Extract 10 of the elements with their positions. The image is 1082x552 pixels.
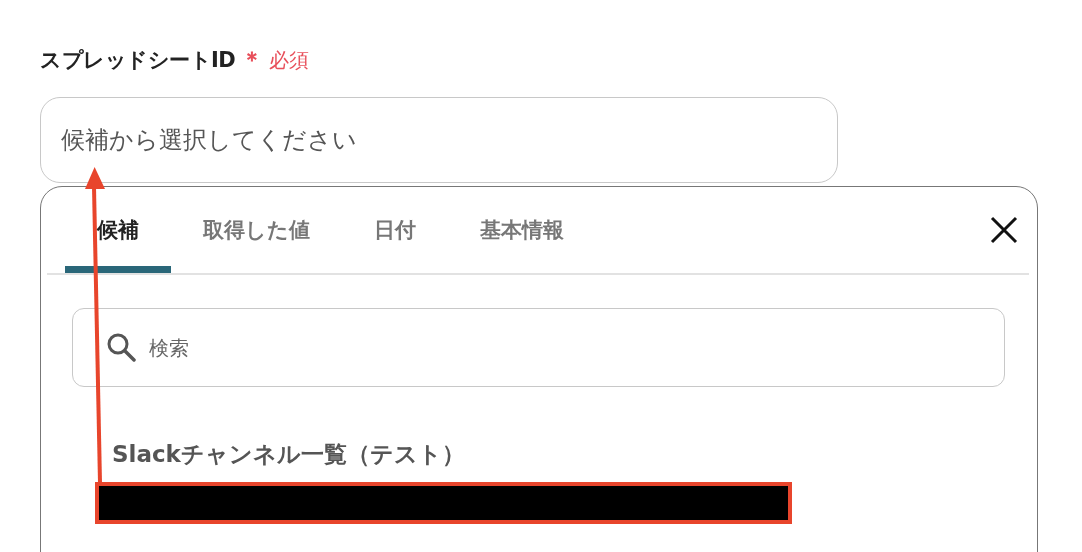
field-label: スプレッドシートID [40, 47, 236, 74]
search-field[interactable]: 検索 [72, 308, 1005, 387]
tab[interactable]: 取得した値 [171, 187, 342, 273]
tab[interactable]: 基本情報 [448, 187, 596, 273]
required-label: 必須 [269, 46, 310, 74]
tab[interactable]: 日付 [342, 187, 448, 273]
option-group-title: Slackチャンネル一覧（テスト） [112, 441, 465, 467]
input-field[interactable]: 候補から選択してください [40, 97, 838, 183]
close-icon[interactable] [989, 215, 1019, 245]
required-mark: ＊ [241, 46, 264, 74]
